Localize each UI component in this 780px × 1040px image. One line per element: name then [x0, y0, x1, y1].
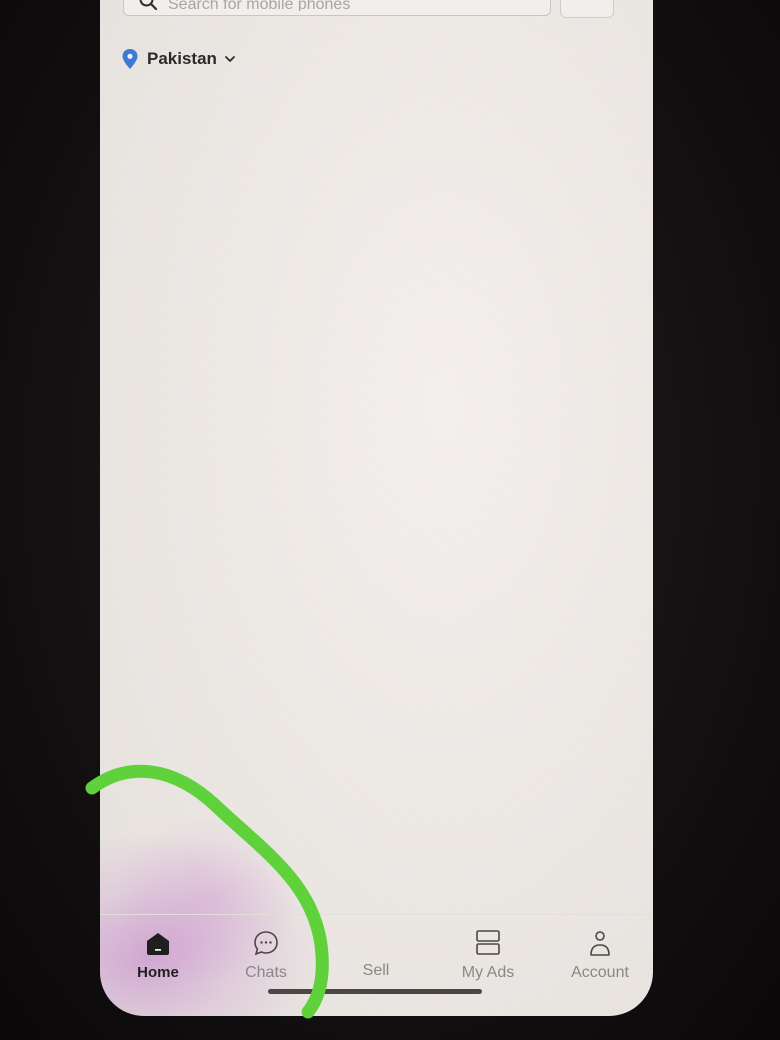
location-label: Pakistan	[147, 49, 217, 68]
person-icon	[590, 931, 610, 956]
nav-label-sell: Sell	[362, 962, 390, 979]
my-ads-icon	[476, 930, 500, 955]
home-indicator-bar[interactable]	[268, 989, 482, 994]
nav-label-home: Home	[137, 964, 179, 981]
notification-button[interactable]	[560, 0, 614, 18]
search-input[interactable]: Search for mobile phones	[123, 0, 551, 16]
nav-label-my-ads: My Ads	[461, 964, 515, 981]
moire-pattern	[100, 0, 653, 1016]
nav-label-account: Account	[571, 964, 629, 981]
sell-icon	[361, 928, 391, 958]
chevron-down-icon	[225, 56, 235, 62]
search-icon	[139, 0, 158, 11]
nav-label-chats: Chats	[245, 964, 287, 981]
chat-bubble-icon	[254, 931, 278, 956]
search-placeholder: Search for mobile phones	[168, 0, 351, 11]
nav-item-chats[interactable]: Chats	[216, 915, 316, 982]
map-pin-icon	[122, 49, 138, 69]
home-icon	[147, 933, 169, 955]
nav-item-sell[interactable]: Sell	[326, 915, 426, 980]
nav-item-home[interactable]: Home	[108, 915, 208, 981]
location-selector[interactable]: Pakistan	[122, 47, 236, 71]
phone-screen: Search for mobile phones Pakistan Home C…	[100, 0, 653, 1016]
nav-item-account[interactable]: Account	[550, 915, 650, 982]
nav-item-my-ads[interactable]: My Ads	[438, 915, 538, 982]
